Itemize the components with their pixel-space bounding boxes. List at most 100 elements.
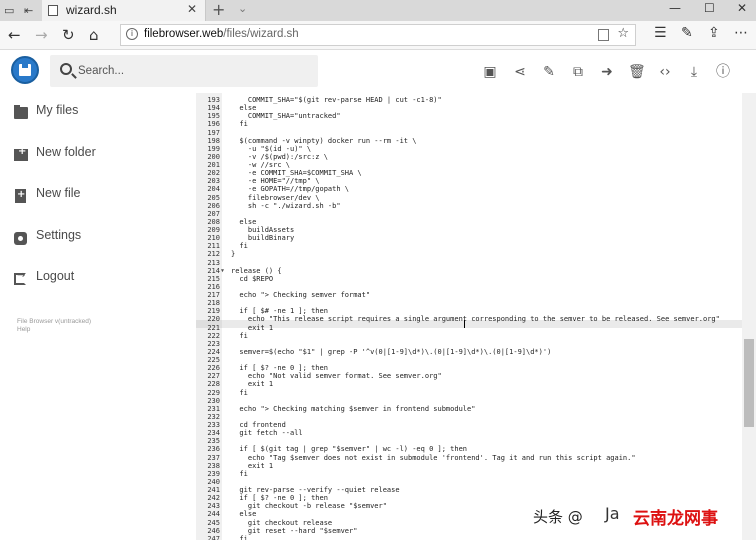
code-line[interactable]: 214 ▼ release () { — [196, 267, 742, 275]
maximize-icon[interactable]: ☐ — [704, 1, 715, 15]
pen-notes-icon[interactable]: ✎ — [681, 25, 693, 41]
tab-close-icon[interactable]: ✕ — [187, 2, 197, 16]
search-box[interactable] — [50, 55, 318, 87]
code-line[interactable]: 238 exit 1 — [196, 462, 742, 470]
code-line[interactable]: 225 — [196, 356, 742, 364]
code-line[interactable]: 223 — [196, 340, 742, 348]
code-line[interactable]: 216 — [196, 283, 742, 291]
delete-trash-icon[interactable]: 🗑 — [628, 64, 646, 80]
code-line[interactable]: 241 git rev-parse --verify --quiet relea… — [196, 486, 742, 494]
rename-pencil-icon[interactable]: ✎ — [541, 64, 557, 80]
sidebar-item-new-folder[interactable]: New folder — [0, 139, 175, 173]
scrollbar-thumb[interactable] — [744, 339, 754, 427]
code-line[interactable]: 224 semver=$(echo "$1" | grep -P '^v(0|[… — [196, 348, 742, 356]
code-lines[interactable]: 193 COMMIT_SHA="$(git rev-parse HEAD | c… — [196, 96, 742, 540]
code-line[interactable]: 229 fi — [196, 389, 742, 397]
minimize-icon[interactable]: — — [669, 1, 681, 15]
site-info-icon[interactable]: i — [126, 28, 138, 40]
code-line[interactable]: 219 if [ $# -ne 1 ]; then — [196, 307, 742, 315]
sidebar-item-logout[interactable]: Logout — [0, 263, 175, 297]
reading-list-icon[interactable]: ☰ — [654, 25, 667, 41]
code-line[interactable]: 230 — [196, 397, 742, 405]
search-input[interactable] — [78, 61, 308, 81]
code-line[interactable]: 198 $(command -v winpty) docker run --rm… — [196, 137, 742, 145]
line-text: exit 1 — [231, 380, 274, 389]
code-line[interactable]: 210 buildBinary — [196, 234, 742, 242]
version-text[interactable]: File Browser v(untracked) — [17, 318, 91, 325]
code-line[interactable]: 206 sh -c "./wizard.sh -b" — [196, 202, 742, 210]
code-line[interactable]: 239 fi — [196, 470, 742, 478]
download-icon[interactable]: ⤓ — [686, 64, 702, 80]
code-line[interactable]: 226 if [ $? -ne 0 ]; then — [196, 364, 742, 372]
copy-icon[interactable]: ⧉ — [570, 64, 586, 80]
code-line[interactable]: 215 cd $REPO — [196, 275, 742, 283]
code-line[interactable]: 199 -u "$(id -u)" \ — [196, 145, 742, 153]
code-line[interactable]: 203 -e HOME="//tmp" \ — [196, 177, 742, 185]
code-line[interactable]: 236 if [ $(git tag | grep "$semver" | wc… — [196, 445, 742, 453]
code-line[interactable]: 201 -w //src \ — [196, 161, 742, 169]
tab-list-chevron-icon[interactable]: ⌄ — [238, 2, 247, 15]
code-line[interactable]: 234 git fetch --all — [196, 429, 742, 437]
move-arrow-icon[interactable]: ➜ — [599, 64, 615, 80]
sidebar-item-settings[interactable]: Settings — [0, 222, 175, 256]
code-editor[interactable]: 193 COMMIT_SHA="$(git rev-parse HEAD | c… — [196, 93, 742, 540]
code-line[interactable]: 207 — [196, 210, 742, 218]
page-favicon-icon — [48, 5, 58, 16]
code-line[interactable]: 197 — [196, 129, 742, 137]
code-line[interactable]: 205 filebrowser/dev \ — [196, 194, 742, 202]
back-arrow-icon[interactable]: ← — [8, 26, 21, 44]
line-text: if [ $? -ne 0 ]; then — [231, 494, 328, 503]
tab-preview-icon[interactable]: ▭ — [4, 4, 14, 17]
code-line[interactable]: 212} — [196, 250, 742, 258]
code-line[interactable]: 218 — [196, 299, 742, 307]
code-line[interactable]: 220 echo "This release script requires a… — [196, 315, 742, 323]
code-line[interactable]: 195 COMMIT_SHA="untracked" — [196, 112, 742, 120]
info-icon[interactable]: ⓘ — [715, 64, 731, 80]
code-line[interactable]: 209 buildAssets — [196, 226, 742, 234]
reading-view-icon[interactable] — [598, 29, 609, 41]
code-line[interactable]: 213 — [196, 259, 742, 267]
set-tabs-aside-icon[interactable]: ⇤ — [24, 4, 33, 17]
code-line[interactable]: 222 fi — [196, 332, 742, 340]
code-line[interactable]: 227 echo "Not valid semver format. See s… — [196, 372, 742, 380]
code-line[interactable]: 194 else — [196, 104, 742, 112]
refresh-icon[interactable]: ↻ — [62, 26, 75, 44]
code-line[interactable]: 247 fi — [196, 535, 742, 540]
code-line[interactable]: 208 else — [196, 218, 742, 226]
help-link[interactable]: Help — [17, 326, 30, 333]
fold-toggle-icon[interactable]: ▼ — [221, 267, 224, 275]
code-line[interactable]: 221 exit 1 — [196, 324, 742, 332]
share-icon[interactable]: ⇪ — [708, 25, 720, 41]
favorite-star-icon[interactable]: ☆ — [617, 26, 629, 41]
code-line[interactable]: 232 — [196, 413, 742, 421]
url-field[interactable]: i filebrowser.web/files/wizard.sh ☆ — [120, 24, 636, 46]
forward-arrow-icon[interactable]: → — [35, 26, 48, 44]
more-menu-icon[interactable]: ⋯ — [734, 25, 748, 41]
code-line[interactable]: 196 fi — [196, 120, 742, 128]
code-line[interactable]: 193 COMMIT_SHA="$(git rev-parse HEAD | c… — [196, 96, 742, 104]
home-icon[interactable]: ⌂ — [89, 26, 99, 44]
save-icon[interactable]: ▣ — [482, 64, 498, 80]
code-line[interactable]: 231 echo "> Checking matching $semver in… — [196, 405, 742, 413]
editor-scrollbar[interactable] — [742, 93, 756, 540]
filebrowser-logo[interactable] — [11, 56, 39, 84]
code-line[interactable]: 200 -v /$(pwd):/src:z \ — [196, 153, 742, 161]
code-line[interactable]: 240 — [196, 478, 742, 486]
code-line[interactable]: 204 -e GOPATH=//tmp/gopath \ — [196, 185, 742, 193]
browser-tab-active[interactable]: wizard.sh ✕ — [42, 0, 206, 21]
window-close-icon[interactable]: ✕ — [737, 1, 747, 15]
code-line[interactable]: 242 if [ $? -ne 0 ]; then — [196, 494, 742, 502]
code-line[interactable]: 233 cd frontend — [196, 421, 742, 429]
code-line[interactable]: 202 -e COMMIT_SHA=$COMMIT_SHA \ — [196, 169, 742, 177]
new-tab-button[interactable]: + — [212, 0, 225, 19]
code-line[interactable]: 235 — [196, 437, 742, 445]
line-text: git checkout -b release "$semver" — [231, 502, 387, 511]
sidebar-item-new-file[interactable]: New file — [0, 180, 175, 214]
code-view-icon[interactable]: ‹› — [657, 64, 673, 80]
sidebar-item-my-files[interactable]: My files — [0, 97, 175, 131]
code-line[interactable]: 211 fi — [196, 242, 742, 250]
code-line[interactable]: 228 exit 1 — [196, 380, 742, 388]
share-link-icon[interactable]: ⋖ — [512, 64, 528, 80]
code-line[interactable]: 217 echo "> Checking semver format" — [196, 291, 742, 299]
code-line[interactable]: 237 echo "Tag $semver does not exist in … — [196, 454, 742, 462]
